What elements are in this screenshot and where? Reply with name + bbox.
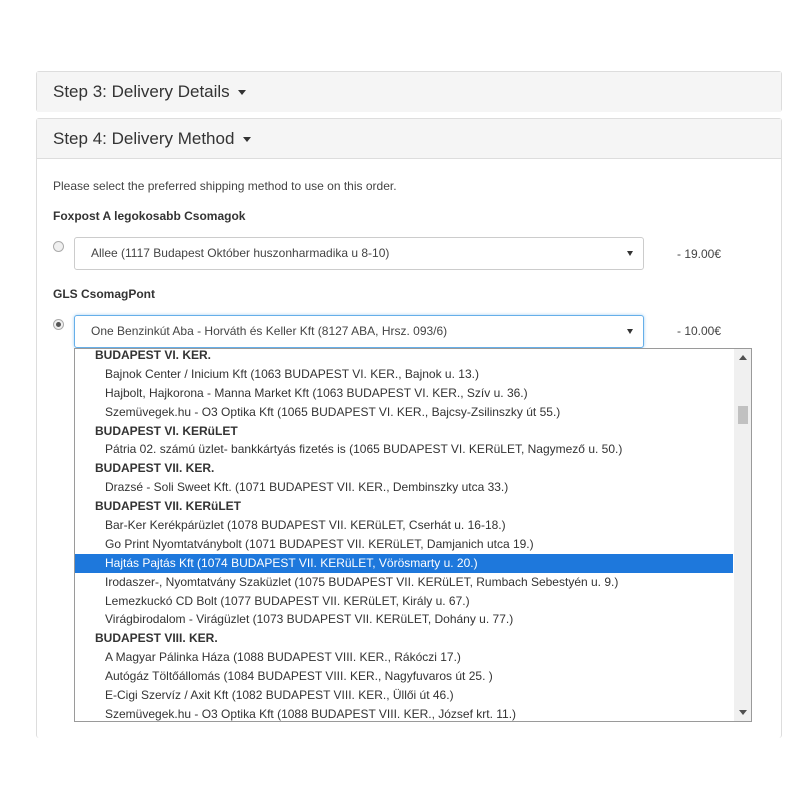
dropdown-option[interactable]: Go Print Nyomtatványbolt (1071 BUDAPEST … [75, 535, 733, 554]
dropdown-option[interactable]: Autógáz Töltőállomás (1084 BUDAPEST VIII… [75, 667, 733, 686]
foxpost-location-select[interactable]: Allee (1117 Budapest Október huszonharma… [74, 237, 644, 270]
dropdown-option[interactable]: Szemüvegek.hu - O3 Optika Kft (1065 BUDA… [75, 403, 733, 422]
gls-selected-value: One Benzinkút Aba - Horváth és Keller Kf… [91, 324, 448, 338]
dropdown-group-header: BUDAPEST VII. KER. [95, 461, 215, 476]
foxpost-group-label: Foxpost A legokosabb Csomagok [53, 209, 246, 223]
caret-down-icon [243, 137, 252, 143]
step4-title: Step 4: Delivery Method [53, 129, 235, 148]
dropdown-option[interactable]: Bajnok Center / Inicium Kft (1063 BUDAPE… [75, 365, 733, 384]
step3-heading[interactable]: Step 3: Delivery Details [37, 72, 781, 112]
dropdown-arrow-icon [627, 329, 633, 334]
scrollbar-thumb[interactable] [738, 406, 748, 424]
dropdown-option[interactable]: Drazsé - Soli Sweet Kft. (1071 BUDAPEST … [75, 478, 733, 497]
dropdown-option[interactable]: E-Cigi Szervíz / Axit Kft (1082 BUDAPEST… [75, 686, 733, 705]
gls-location-dropdown-list[interactable]: BUDAPEST VI. KER. Bajnok Center / Inicium… [74, 348, 752, 722]
foxpost-price: - 19.00€ [677, 247, 722, 261]
dropdown-option[interactable]: Irodaszer-, Nyomtatvány Szaküzlet (1075 … [75, 573, 733, 592]
dropdown-group-header: BUDAPEST VII. KERüLET [95, 499, 242, 514]
dropdown-option[interactable]: Lemezkuckó CD Bolt (1077 BUDAPEST VII. K… [75, 592, 733, 611]
dropdown-option[interactable]: Pátria 02. számú üzlet- bankkártyás fize… [75, 440, 733, 459]
scroll-down-arrow-icon[interactable] [739, 710, 747, 715]
dropdown-option[interactable]: A Magyar Pálinka Háza (1088 BUDAPEST VII… [75, 648, 733, 667]
shipping-intro-text: Please select the preferred shipping met… [53, 179, 397, 193]
dropdown-options: BUDAPEST VI. KER. Bajnok Center / Inicium… [75, 348, 733, 721]
gls-location-select[interactable]: One Benzinkút Aba - Horváth és Keller Kf… [74, 315, 644, 348]
scroll-up-arrow-icon[interactable] [739, 355, 747, 360]
dropdown-scrollbar[interactable] [734, 349, 751, 721]
dropdown-option[interactable]: Hajbolt, Hajkorona - Manna Market Kft (1… [75, 384, 733, 403]
dropdown-group-header: BUDAPEST VIII. KER. [95, 631, 218, 646]
dropdown-group-header: BUDAPEST VI. KERüLET [95, 423, 238, 438]
dropdown-option[interactable]: Virágbirodalom - Virágüzlet (1073 BUDAPE… [75, 610, 733, 629]
step3-panel: Step 3: Delivery Details [36, 71, 782, 112]
gls-price: - 10.00€ [677, 324, 722, 338]
gls-group-label: GLS CsomagPont [53, 287, 156, 301]
dropdown-option[interactable]: Bar-Ker Kerékpárüzlet (1078 BUDAPEST VII… [75, 516, 733, 535]
foxpost-selected-value: Allee (1117 Budapest Október huszonharma… [91, 246, 390, 260]
step4-heading[interactable]: Step 4: Delivery Method [37, 119, 781, 159]
dropdown-option-highlighted[interactable]: Hajtás Pajtás Kft (1074 BUDAPEST VII. KE… [75, 553, 733, 573]
foxpost-radio[interactable] [53, 241, 64, 252]
dropdown-arrow-icon [627, 251, 633, 256]
gls-radio[interactable] [53, 319, 64, 330]
checkout-page: Step 3: Delivery Details Step 4: Deliver… [0, 0, 800, 800]
step3-title: Step 3: Delivery Details [53, 82, 230, 101]
dropdown-group-header: BUDAPEST VI. KER. [95, 348, 212, 362]
caret-down-icon [238, 90, 247, 96]
dropdown-option[interactable]: Szemüvegek.hu - O3 Optika Kft (1088 BUDA… [75, 705, 733, 721]
